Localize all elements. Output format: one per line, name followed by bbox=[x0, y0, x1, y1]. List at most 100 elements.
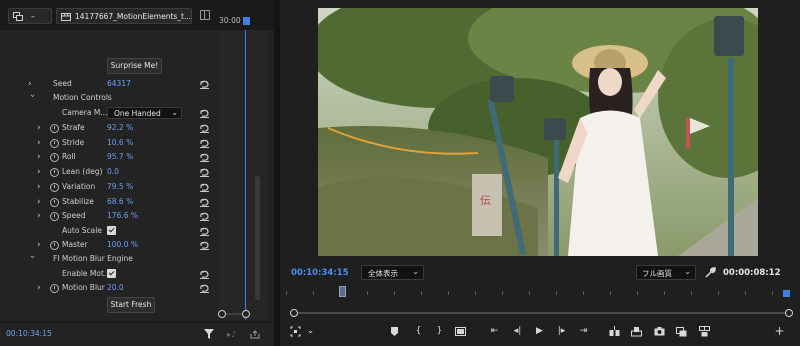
scroll-start-handle[interactable] bbox=[290, 309, 298, 317]
lean-value[interactable]: 0.0 bbox=[107, 167, 119, 176]
wrench-icon[interactable] bbox=[705, 267, 716, 278]
reset-icon[interactable] bbox=[199, 198, 210, 207]
overwrite-icon[interactable] bbox=[631, 326, 642, 337]
reset-icon[interactable] bbox=[199, 80, 210, 89]
roll-value[interactable]: 95.7 % bbox=[107, 152, 133, 161]
zoom-end-handle[interactable] bbox=[242, 310, 250, 318]
timeline-playhead-line[interactable] bbox=[245, 30, 246, 320]
master-value[interactable]: 100.0 % bbox=[107, 240, 138, 249]
reset-icon[interactable] bbox=[199, 270, 210, 279]
reset-icon[interactable] bbox=[199, 212, 210, 221]
stabilize-value[interactable]: 68.6 % bbox=[107, 197, 133, 206]
chevron-down-icon[interactable]: › bbox=[27, 255, 37, 263]
reset-icon[interactable] bbox=[199, 183, 210, 192]
motion-blur-value[interactable]: 20.0 bbox=[107, 283, 124, 292]
camera-mode-dropdown[interactable]: One Handed ⌄ bbox=[107, 107, 182, 119]
start-fresh-button[interactable]: Start Fresh bbox=[107, 297, 155, 313]
add-marker-icon[interactable] bbox=[389, 326, 400, 337]
chevron-right-icon[interactable]: › bbox=[37, 124, 45, 133]
auto-scale-checkbox[interactable] bbox=[107, 226, 116, 235]
zoom-level-dropdown[interactable]: 全体表示 ⌄ bbox=[361, 265, 424, 280]
timeline-zoom-scroller[interactable] bbox=[218, 310, 250, 318]
strafe-row: › Strafe 92.2 % bbox=[0, 122, 218, 136]
enable-motion-checkbox[interactable] bbox=[107, 269, 116, 278]
zoom-scroll-bar[interactable] bbox=[290, 309, 793, 317]
video-preview[interactable]: 伝 bbox=[318, 8, 758, 256]
stopwatch-icon[interactable] bbox=[50, 212, 59, 221]
multicam-icon[interactable] bbox=[699, 326, 710, 337]
reset-icon[interactable] bbox=[199, 124, 210, 133]
camera-mode-label: Camera M... bbox=[62, 108, 108, 117]
settings-chevron-icon[interactable]: ⌄ bbox=[305, 326, 316, 337]
chevron-right-icon[interactable]: › bbox=[37, 153, 45, 162]
speed-value[interactable]: 176.6 % bbox=[107, 211, 138, 220]
stopwatch-icon[interactable] bbox=[50, 124, 59, 133]
playback-resolution-dropdown[interactable]: フル画質 ⌄ bbox=[636, 265, 696, 280]
comparison-view-icon[interactable] bbox=[676, 326, 687, 337]
step-back-icon[interactable]: ◂| bbox=[512, 326, 523, 337]
seed-value[interactable]: 64317 bbox=[107, 79, 131, 88]
reset-icon[interactable] bbox=[199, 284, 210, 293]
stopwatch-icon[interactable] bbox=[50, 284, 59, 293]
time-ruler[interactable] bbox=[286, 285, 794, 299]
effect-properties: Surprise Me! › Seed 64317 › Motion Contr… bbox=[0, 30, 218, 320]
insert-icon[interactable] bbox=[609, 326, 620, 337]
clip-tab[interactable]: 14177667_MotionElements_t... bbox=[56, 8, 192, 24]
reset-icon[interactable] bbox=[199, 153, 210, 162]
vertical-scrollbar[interactable] bbox=[255, 176, 260, 300]
effect-timeline[interactable] bbox=[218, 30, 268, 320]
sequence-tab[interactable]: – bbox=[8, 8, 52, 24]
chevron-right-icon[interactable]: › bbox=[37, 168, 45, 177]
play-icon[interactable]: ▶ bbox=[534, 326, 545, 337]
surprise-me-button[interactable]: Surprise Me! bbox=[107, 58, 162, 74]
reset-icon[interactable] bbox=[199, 168, 210, 177]
chevron-right-icon[interactable]: › bbox=[37, 284, 45, 293]
reset-icon[interactable] bbox=[199, 139, 210, 148]
export-icon[interactable] bbox=[250, 330, 260, 339]
zoom-start-handle[interactable] bbox=[218, 310, 226, 318]
reset-icon[interactable] bbox=[199, 109, 210, 118]
roll-row: › Roll 95.7 % bbox=[0, 151, 218, 165]
chevron-down-icon[interactable]: › bbox=[27, 94, 37, 102]
clear-in-out-icon[interactable] bbox=[455, 326, 466, 337]
panel-tab-bar: – 14177667_MotionElements_t... bbox=[0, 0, 274, 30]
stopwatch-icon[interactable] bbox=[50, 153, 59, 162]
scroll-end-handle[interactable] bbox=[785, 309, 793, 317]
add-button-icon[interactable]: + bbox=[774, 325, 785, 337]
stopwatch-icon[interactable] bbox=[50, 139, 59, 148]
stopwatch-icon[interactable] bbox=[50, 183, 59, 192]
chevron-right-icon[interactable]: › bbox=[37, 212, 45, 221]
monitor-playhead[interactable] bbox=[339, 286, 346, 297]
strafe-label: Strafe bbox=[62, 123, 85, 132]
video-frame-image: 伝 bbox=[318, 8, 758, 256]
chevron-right-icon[interactable]: › bbox=[37, 241, 45, 250]
chevron-right-icon[interactable]: › bbox=[37, 139, 45, 148]
step-forward-icon[interactable]: |▸ bbox=[556, 326, 567, 337]
strafe-value[interactable]: 92.2 % bbox=[107, 123, 133, 132]
audio-icon[interactable]: ▸♪ bbox=[227, 330, 237, 339]
filter-icon[interactable] bbox=[204, 329, 214, 339]
auto-scale-row: Auto Scale bbox=[0, 225, 218, 239]
current-timecode[interactable]: 00:10:34:15 bbox=[6, 329, 52, 338]
chevron-right-icon[interactable]: › bbox=[37, 183, 45, 192]
stride-value[interactable]: 10.6 % bbox=[107, 138, 133, 147]
variation-value[interactable]: 79.5 % bbox=[107, 182, 133, 191]
stopwatch-icon[interactable] bbox=[50, 168, 59, 177]
mark-out-icon[interactable]: } bbox=[434, 326, 445, 337]
safe-margins-icon[interactable] bbox=[290, 326, 301, 337]
reset-icon[interactable] bbox=[199, 241, 210, 250]
go-to-in-icon[interactable]: ⇤ bbox=[489, 326, 500, 337]
stopwatch-icon[interactable] bbox=[50, 241, 59, 250]
playhead-timecode[interactable]: 00:10:34:15 bbox=[291, 268, 349, 278]
go-to-out-icon[interactable]: ⇥ bbox=[578, 326, 589, 337]
mark-in-icon[interactable]: { bbox=[413, 326, 424, 337]
camera-icon[interactable] bbox=[654, 326, 665, 337]
panel-menu-icon[interactable] bbox=[200, 10, 210, 20]
transport-controls: ⌄ { } ⇤ ◂| ▶ |▸ ⇥ + bbox=[280, 322, 800, 342]
reset-icon[interactable] bbox=[199, 227, 210, 236]
chevron-right-icon[interactable]: › bbox=[37, 198, 45, 207]
chevron-right-icon[interactable]: › bbox=[28, 80, 36, 89]
playhead-handle[interactable] bbox=[243, 17, 250, 25]
stopwatch-icon[interactable] bbox=[50, 198, 59, 207]
out-point-marker[interactable] bbox=[783, 290, 790, 297]
